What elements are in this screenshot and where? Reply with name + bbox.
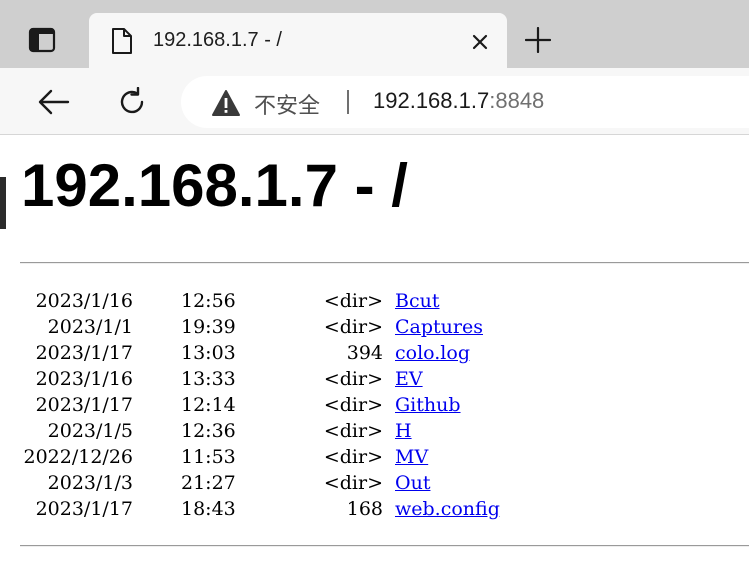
entry-link[interactable]: web.config [395,496,500,522]
entry-link[interactable]: Out [395,470,430,496]
entry-time: 12:14 [181,394,236,416]
entry-size: 394 [346,342,383,364]
entry-time: 18:43 [181,498,236,520]
refresh-icon [120,87,144,114]
divider-top [20,262,749,264]
entry-time: 21:27 [181,472,236,494]
entry-date: 2023/1/17 [35,394,133,416]
entry-link[interactable]: EV [395,366,423,392]
close-icon [472,34,488,50]
active-tab[interactable]: 192.168.1.7 - / [89,13,507,73]
tab-strip: 192.168.1.7 - / [0,0,749,73]
list-item: 2023/1/16 12:56 <dir> Bcut [0,288,749,314]
entry-time: 19:39 [181,316,236,338]
new-tab-button[interactable] [520,22,556,58]
url-text[interactable]: 192.168.1.7:8848 [373,88,544,114]
list-item: 2023/1/17 13:03 394 colo.log [0,340,749,366]
entry-date: 2023/1/16 [35,290,133,312]
page-content: 192.168.1.7 - / 2023/1/16 12:56 <dir> Bc… [0,135,749,580]
entry-link[interactable]: MV [395,444,428,470]
entry-size: <dir> [323,368,383,390]
entry-date: 2023/1/3 [47,472,133,494]
refresh-button[interactable] [112,82,152,122]
entry-link[interactable]: Bcut [395,288,439,314]
list-item: 2023/1/3 21:27 <dir> Out [0,470,749,496]
tab-title: 192.168.1.7 - / [153,29,282,51]
entry-date: 2023/1/17 [35,498,133,520]
browser-window: 192.168.1.7 - / 不安全 192.168.1.7:8848 192… [0,0,749,580]
entry-date: 2023/1/5 [47,420,133,442]
entry-time: 12:56 [181,290,236,312]
tab-actions-button[interactable] [20,20,64,60]
entry-time: 12:36 [181,420,236,442]
entry-link[interactable]: Github [395,392,461,418]
list-item: 2022/12/26 11:53 <dir> MV [0,444,749,470]
entry-size: <dir> [323,420,383,442]
list-item: 2023/1/17 12:14 <dir> Github [0,392,749,418]
entry-link[interactable]: H [395,418,412,444]
address-separator [347,90,349,114]
plus-icon [525,27,551,53]
entry-date: 2023/1/1 [47,316,133,338]
back-button[interactable] [34,82,74,122]
list-item: 2023/1/16 13:33 <dir> EV [0,366,749,392]
entry-date: 2023/1/17 [35,342,133,364]
entry-date: 2023/1/16 [35,368,133,390]
entry-time: 11:53 [181,446,236,468]
entry-date: 2022/12/26 [23,446,133,468]
back-arrow-icon [38,89,70,115]
entry-size: <dir> [323,290,383,312]
tab-close-button[interactable] [467,29,493,55]
directory-listing: 2023/1/16 12:56 <dir> Bcut 2023/1/1 19:3… [0,288,749,522]
url-port: :8848 [489,88,545,113]
tab-actions-icon [28,27,56,53]
security-status-label[interactable]: 不安全 [254,88,320,120]
entry-size: <dir> [323,316,383,338]
entry-size: <dir> [323,472,383,494]
entry-link[interactable]: colo.log [395,340,470,366]
address-bar[interactable]: 不安全 192.168.1.7:8848 [181,76,749,128]
entry-time: 13:03 [181,342,236,364]
entry-link[interactable]: Captures [395,314,483,340]
page-title: 192.168.1.7 - / [21,152,408,219]
entry-size: 168 [346,498,383,520]
entry-size: <dir> [323,394,383,416]
document-icon [112,28,132,54]
list-item: 2023/1/5 12:36 <dir> H [0,418,749,444]
left-edge-accent [0,177,6,229]
list-item: 2023/1/17 18:43 168 web.config [0,496,749,522]
warning-icon[interactable] [211,89,241,117]
entry-time: 13:33 [181,368,236,390]
entry-size: <dir> [323,446,383,468]
toolbar: 不安全 192.168.1.7:8848 [0,68,749,135]
divider-bottom [20,545,749,547]
url-host: 192.168.1.7 [373,88,490,113]
list-item: 2023/1/1 19:39 <dir> Captures [0,314,749,340]
